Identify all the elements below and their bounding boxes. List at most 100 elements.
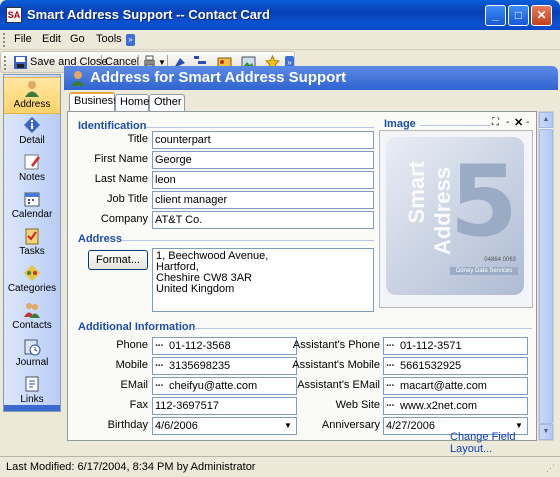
image-panel[interactable]: 5 Smart Address 04864 0063 Odney Data Se…: [379, 130, 533, 308]
nav-item-address[interactable]: Address: [4, 77, 60, 114]
nav-label-tasks: Tasks: [19, 246, 45, 257]
menu-bar: File Edit Go Tools »: [0, 30, 560, 50]
change-field-layout-link[interactable]: Change Field Layout...: [450, 431, 558, 455]
section-divider: [122, 240, 374, 241]
menu-edit[interactable]: Edit: [42, 33, 61, 45]
phone-field[interactable]: ··· 01-112-3568: [152, 337, 297, 355]
app-icon: SA: [6, 7, 22, 23]
nav-item-journal[interactable]: Journal: [4, 336, 60, 373]
tab-other[interactable]: Other: [149, 94, 185, 111]
card-band: Odney Data Services: [450, 267, 518, 275]
mobile-field[interactable]: ··· 3135698235: [152, 357, 297, 375]
nav-item-detail[interactable]: Detail: [4, 114, 60, 151]
format-button[interactable]: Format...: [88, 250, 148, 270]
image-menu-icon[interactable]: -: [526, 117, 529, 128]
remove-image-icon[interactable]: ✕: [514, 116, 523, 129]
maximize-button[interactable]: □: [508, 5, 529, 26]
nav-label-contacts: Contacts: [12, 320, 52, 331]
section-divider: [420, 125, 490, 126]
address-heading: Address: [78, 233, 123, 245]
company-field[interactable]: AT&T Co.: [152, 211, 374, 229]
website-options-icon[interactable]: ···: [386, 398, 400, 414]
nav-expand-bar[interactable]: [4, 405, 60, 411]
nav-label-calendar: Calendar: [11, 209, 53, 220]
vertical-scrollbar[interactable]: ▲ ▼: [538, 111, 554, 441]
main-panel: Address for Smart Address Support Busine…: [64, 66, 558, 456]
assistant-phone-field[interactable]: ··· 01-112-3571: [383, 337, 528, 355]
close-button[interactable]: ✕: [531, 5, 552, 26]
person-icon: [25, 81, 39, 97]
anniversary-label: Anniversary: [321, 419, 380, 431]
mobile-value: 3135698235: [169, 360, 231, 372]
assistant-mobile-options-icon[interactable]: ···: [386, 358, 400, 374]
additional-info-heading: Additional Information: [78, 321, 196, 333]
card-text-address: Address: [430, 167, 455, 256]
email-options-icon[interactable]: ···: [155, 378, 169, 394]
last-name-field[interactable]: leon: [152, 171, 374, 189]
job-title-label: Job Title: [107, 193, 148, 205]
section-divider: [146, 127, 374, 128]
toolbar-grip[interactable]: [4, 56, 6, 70]
assistant-email-options-icon[interactable]: ···: [386, 378, 400, 394]
nav-item-categories[interactable]: Categories: [4, 262, 60, 299]
journal-icon: [24, 339, 41, 356]
assistant-email-label: Assistant's EMail: [297, 379, 380, 391]
nav-item-notes[interactable]: Notes: [4, 151, 60, 188]
first-name-field[interactable]: George: [152, 151, 374, 169]
scroll-thumb[interactable]: [539, 129, 553, 424]
nav-label-journal: Journal: [15, 357, 49, 368]
section-divider: [194, 328, 532, 329]
resize-grip-icon[interactable]: ⋰: [546, 463, 558, 475]
panel-header: Address for Smart Address Support: [64, 66, 558, 90]
calendar-icon: [24, 192, 40, 207]
email-label: EMail: [120, 379, 148, 391]
job-title-field[interactable]: client manager: [152, 191, 374, 209]
categories-icon: [24, 265, 40, 281]
title-bar: SA Smart Address Support -- Contact Card…: [0, 0, 560, 30]
card-code: 04864 0063: [484, 257, 516, 263]
assistant-email-field[interactable]: ··· macart@atte.com: [383, 377, 528, 395]
nav-label-categories: Categories: [7, 283, 57, 294]
birthday-label: Birthday: [107, 419, 148, 431]
tab-home[interactable]: Home: [115, 94, 149, 111]
assistant-phone-options-icon[interactable]: ···: [386, 338, 400, 354]
card-number: 5: [449, 145, 518, 259]
navigation-pane: Address Detail Notes Calendar Tasks Cate…: [3, 74, 61, 412]
tab-business[interactable]: Business: [69, 92, 119, 112]
nav-label-notes: Notes: [18, 172, 46, 183]
website-field[interactable]: ··· www.x2net.com: [383, 397, 528, 415]
first-name-label: First Name: [94, 153, 148, 165]
page-title: Address for Smart Address Support: [90, 69, 347, 86]
phone-label: Phone: [116, 339, 148, 351]
birthday-picker[interactable]: 4/6/2006 ▼: [152, 417, 297, 435]
title-field[interactable]: counterpart: [152, 131, 374, 149]
status-text: Last Modified: 6/17/2004, 8:34 PM by Adm…: [6, 461, 256, 473]
status-bar: Last Modified: 6/17/2004, 8:34 PM by Adm…: [0, 456, 560, 477]
email-value: cheifyu@atte.com: [169, 380, 258, 392]
menu-go[interactable]: Go: [70, 33, 85, 45]
website-value: www.x2net.com: [400, 400, 478, 412]
scroll-up-icon[interactable]: ▲: [539, 112, 553, 128]
address-field[interactable]: 1, Beechwood Avenue, Hartford, Cheshire …: [152, 248, 374, 312]
menu-overflow-icon[interactable]: »: [126, 34, 135, 46]
phone-options-icon[interactable]: ···: [155, 338, 169, 354]
nav-item-calendar[interactable]: Calendar: [4, 188, 60, 225]
assistant-mobile-field[interactable]: ··· 5661532925: [383, 357, 528, 375]
address-line: United Kingdom: [156, 283, 235, 295]
fax-field[interactable]: 112-3697517: [152, 397, 297, 415]
menu-file[interactable]: File: [14, 33, 32, 45]
binoculars-icon[interactable]: ⛶: [492, 117, 499, 128]
minimize-button[interactable]: _: [485, 5, 506, 26]
phone-value: 01-112-3568: [169, 340, 231, 352]
card-text-smart: Smart: [404, 161, 429, 224]
last-name-label: Last Name: [94, 173, 148, 185]
menu-tools[interactable]: Tools: [96, 33, 122, 45]
email-field[interactable]: ··· cheifyu@atte.com: [152, 377, 297, 395]
anniversary-value: 4/27/2006: [386, 420, 435, 432]
assistant-phone-label: Assistant's Phone: [292, 339, 380, 351]
menu-grip[interactable]: [3, 33, 6, 47]
image-heading: Image: [384, 118, 416, 130]
nav-item-contacts[interactable]: Contacts: [4, 299, 60, 336]
nav-item-tasks[interactable]: Tasks: [4, 225, 60, 262]
mobile-options-icon[interactable]: ···: [155, 358, 169, 374]
